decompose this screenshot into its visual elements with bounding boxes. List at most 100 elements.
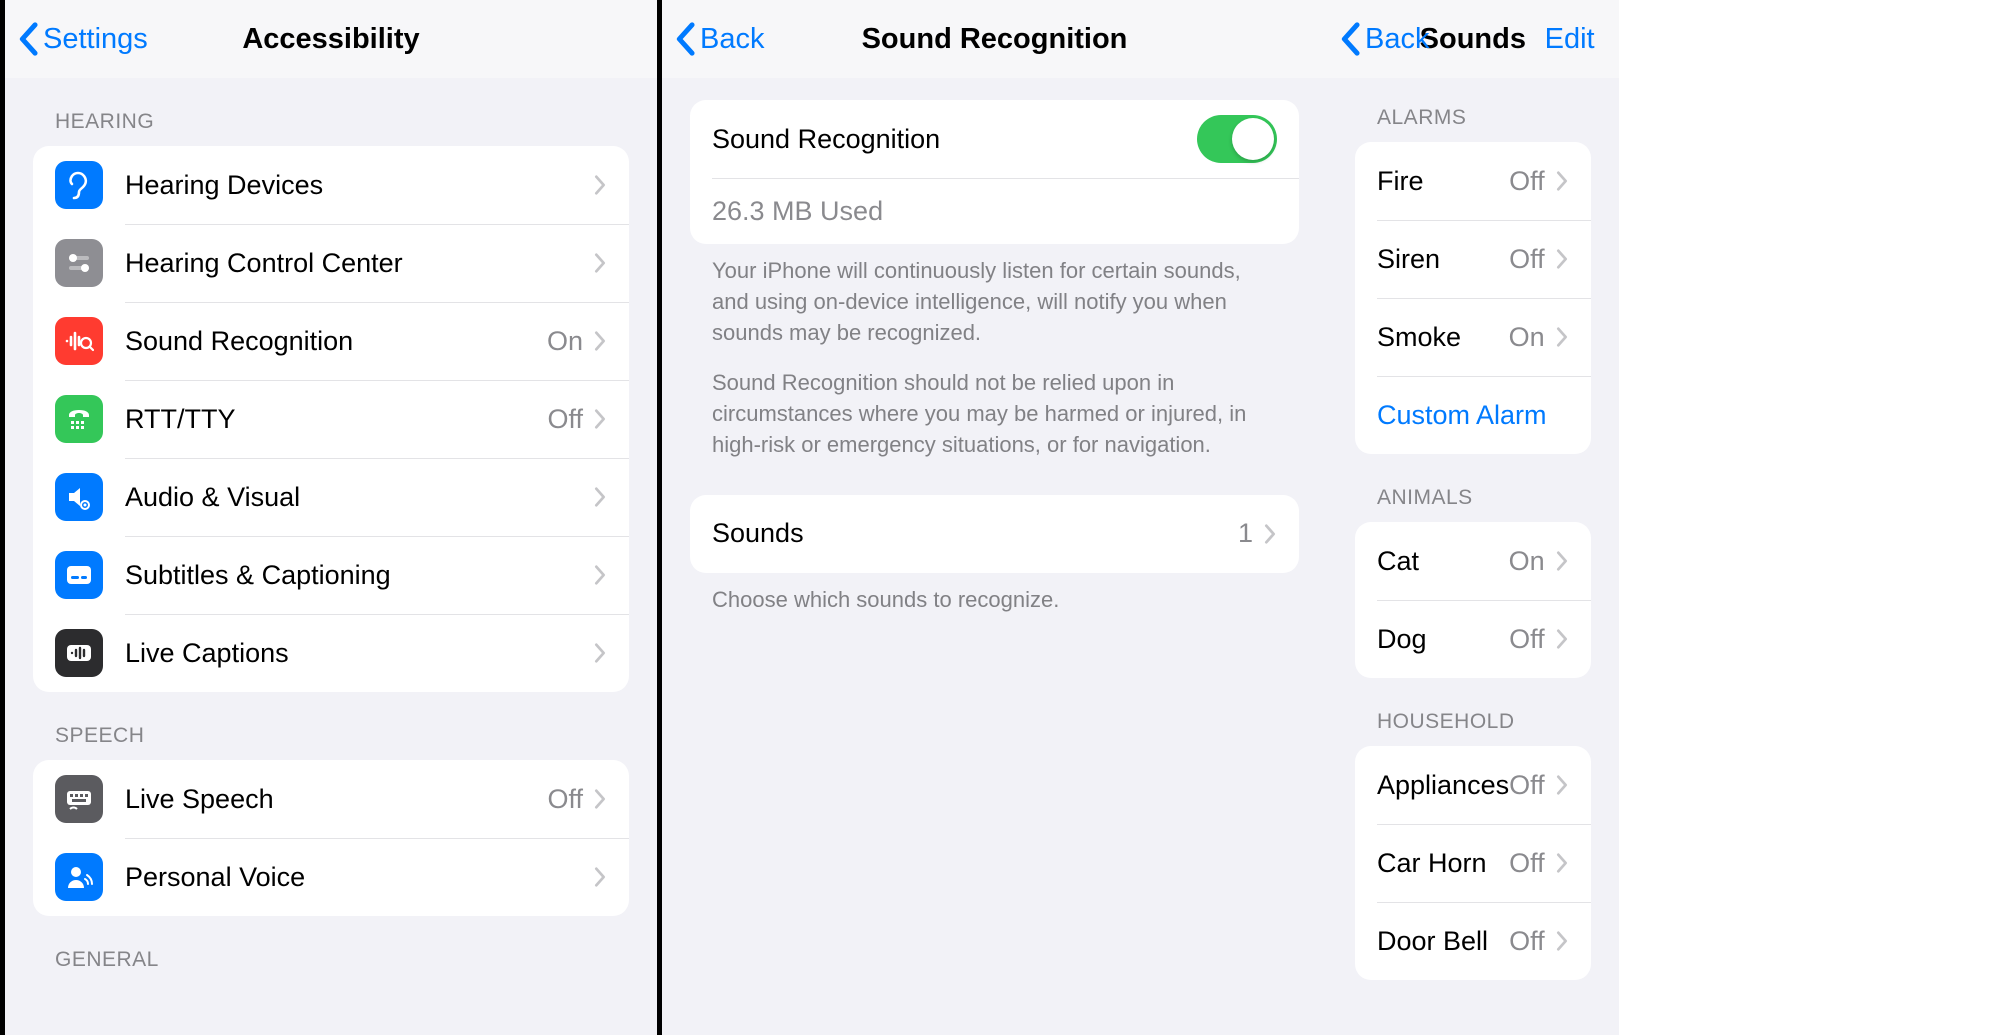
row-label: Subtitles & Captioning (125, 560, 593, 591)
row-value: On (1509, 322, 1545, 353)
chevron-left-icon (17, 22, 39, 56)
row-audio-visual[interactable]: Audio & Visual (33, 458, 629, 536)
pane-accessibility: Settings Accessibility HEARING Hearing D… (0, 0, 662, 1035)
row-value: Off (1509, 166, 1545, 197)
back-label: Back (700, 23, 764, 56)
tty-icon (55, 395, 103, 443)
toggle-switch[interactable] (1197, 115, 1277, 163)
row-custom-alarm[interactable]: Custom Alarm (1355, 376, 1591, 454)
row-sound-recognition[interactable]: Sound Recognition On (33, 302, 629, 380)
description-text-1: Your iPhone will continuously listen for… (662, 244, 1327, 348)
chevron-right-icon (593, 252, 607, 274)
chevron-right-icon (1555, 248, 1569, 270)
group-household: Appliances Off Car Horn Off Door Bell Of… (1355, 746, 1591, 980)
row-label: Sounds (712, 518, 1238, 549)
back-label: Settings (43, 23, 148, 56)
row-personal-voice[interactable]: Personal Voice (33, 838, 629, 916)
back-label: Back (1365, 23, 1429, 56)
chevron-right-icon (1555, 170, 1569, 192)
row-hearing-devices[interactable]: Hearing Devices (33, 146, 629, 224)
group-hearing: Hearing Devices Hearing Control Center S… (33, 146, 629, 692)
ear-icon (55, 161, 103, 209)
row-sound-recognition-toggle[interactable]: Sound Recognition (690, 100, 1299, 178)
chevron-right-icon (1555, 852, 1569, 874)
sliders-icon (55, 239, 103, 287)
back-button[interactable]: Settings (17, 0, 148, 78)
row-live-speech[interactable]: Live Speech Off (33, 760, 629, 838)
page-title: Sounds (1420, 23, 1526, 56)
pane-sound-recognition: Back Sound Recognition Sound Recognition… (662, 0, 1327, 1035)
group-toggle: Sound Recognition 26.3 MB Used (690, 100, 1299, 244)
keyboard-speech-icon (55, 775, 103, 823)
section-header-household: HOUSEHOLD (1327, 678, 1619, 746)
back-button[interactable]: Back (674, 0, 764, 78)
pane-sounds: Back Sounds Edit ALARMS Fire Off Siren O… (1327, 0, 1619, 1035)
row-value: 1 (1238, 518, 1253, 549)
group-alarms: Fire Off Siren Off Smoke On Custom Alarm (1355, 142, 1591, 454)
section-header-speech: SPEECH (5, 692, 657, 760)
row-label: Custom Alarm (1377, 400, 1569, 431)
group-sounds: Sounds 1 (690, 495, 1299, 573)
row-label: Personal Voice (125, 862, 593, 893)
section-header-alarms: ALARMS (1327, 78, 1619, 142)
edit-button[interactable]: Edit (1545, 0, 1595, 78)
row-value: Off (547, 404, 583, 435)
row-label: RTT/TTY (125, 404, 547, 435)
row-label: Hearing Control Center (125, 248, 593, 279)
section-header-general: GENERAL (5, 916, 657, 984)
row-subtitles-captioning[interactable]: Subtitles & Captioning (33, 536, 629, 614)
row-hearing-control-center[interactable]: Hearing Control Center (33, 224, 629, 302)
chevron-right-icon (1555, 628, 1569, 650)
chevron-right-icon (593, 642, 607, 664)
row-label: Cat (1377, 546, 1509, 577)
description-text-2: Sound Recognition should not be relied u… (662, 348, 1327, 460)
section-header-hearing: HEARING (5, 78, 657, 146)
row-value: Off (1509, 244, 1545, 275)
chevron-right-icon (1555, 550, 1569, 572)
row-sounds[interactable]: Sounds 1 (690, 495, 1299, 573)
row-label: Sound Recognition (712, 124, 1197, 155)
row-smoke[interactable]: Smoke On (1355, 298, 1591, 376)
row-value: On (1509, 546, 1545, 577)
row-dog[interactable]: Dog Off (1355, 600, 1591, 678)
back-button[interactable]: Back (1339, 0, 1429, 78)
group-speech: Live Speech Off Personal Voice (33, 760, 629, 916)
row-value: Off (1509, 770, 1545, 801)
row-value: Off (1509, 926, 1545, 957)
speaker-eye-icon (55, 473, 103, 521)
chevron-right-icon (1555, 930, 1569, 952)
row-label: Siren (1377, 244, 1509, 275)
chevron-right-icon (593, 788, 607, 810)
row-value: Off (1509, 848, 1545, 879)
row-rtt-tty[interactable]: RTT/TTY Off (33, 380, 629, 458)
row-live-captions[interactable]: Live Captions (33, 614, 629, 692)
row-value: On (547, 326, 583, 357)
row-cat[interactable]: Cat On (1355, 522, 1591, 600)
row-car-horn[interactable]: Car Horn Off (1355, 824, 1591, 902)
chevron-right-icon (1263, 523, 1277, 545)
row-label: Appliances (1377, 770, 1509, 801)
sound-recognition-icon (55, 317, 103, 365)
row-label: Fire (1377, 166, 1509, 197)
row-storage-used: 26.3 MB Used (690, 178, 1299, 244)
navbar: Back Sounds Edit (1327, 0, 1619, 78)
live-captions-icon (55, 629, 103, 677)
navbar: Back Sound Recognition (662, 0, 1327, 78)
chevron-right-icon (593, 486, 607, 508)
row-label: Door Bell (1377, 926, 1509, 957)
row-label: Car Horn (1377, 848, 1509, 879)
row-fire[interactable]: Fire Off (1355, 142, 1591, 220)
chevron-right-icon (593, 408, 607, 430)
row-door-bell[interactable]: Door Bell Off (1355, 902, 1591, 980)
chevron-left-icon (1339, 22, 1361, 56)
page-title: Accessibility (242, 23, 419, 56)
row-value: Off (547, 784, 583, 815)
row-label: Live Captions (125, 638, 593, 669)
chevron-left-icon (674, 22, 696, 56)
section-header-animals: ANIMALS (1327, 454, 1619, 522)
chevron-right-icon (593, 564, 607, 586)
row-siren[interactable]: Siren Off (1355, 220, 1591, 298)
row-label: Sound Recognition (125, 326, 547, 357)
sounds-hint: Choose which sounds to recognize. (662, 573, 1327, 616)
row-appliances[interactable]: Appliances Off (1355, 746, 1591, 824)
